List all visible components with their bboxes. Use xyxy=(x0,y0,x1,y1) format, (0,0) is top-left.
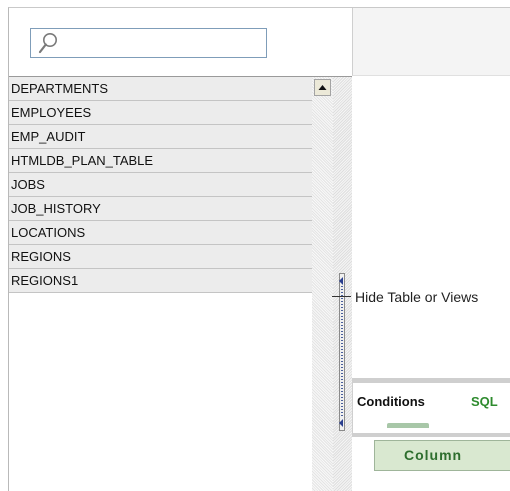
callout-hide-table-or-views: Hide Table or Views xyxy=(355,289,479,305)
search-box[interactable] xyxy=(30,28,267,58)
scroll-up-button[interactable] xyxy=(314,79,331,96)
vertical-scrollbar[interactable] xyxy=(312,77,333,491)
search-icon xyxy=(38,33,57,54)
tabs-bar: Conditions SQL xyxy=(352,378,510,437)
collapse-left-icon xyxy=(339,419,343,427)
callout-line xyxy=(332,296,351,297)
table-row[interactable]: LOCATIONS xyxy=(9,221,312,245)
table-row[interactable]: DEPARTMENTS xyxy=(9,77,312,101)
table-list-area: DEPARTMENTS EMPLOYEES EMP_AUDIT HTMLDB_P… xyxy=(9,76,352,491)
table-list: DEPARTMENTS EMPLOYEES EMP_AUDIT HTMLDB_P… xyxy=(9,77,312,491)
tab-conditions[interactable]: Conditions xyxy=(357,394,425,409)
tab-sql[interactable]: SQL xyxy=(471,394,498,409)
table-row[interactable]: HTMLDB_PLAN_TABLE xyxy=(9,149,312,173)
query-builder: DEPARTMENTS EMPLOYEES EMP_AUDIT HTMLDB_P… xyxy=(0,0,510,491)
table-row[interactable]: REGIONS xyxy=(9,245,312,269)
query-design-panel: Hide Table or Views Conditions SQL Colum… xyxy=(332,7,510,491)
table-row[interactable]: JOB_HISTORY xyxy=(9,197,312,221)
collapse-left-icon xyxy=(339,277,343,285)
active-tab-indicator xyxy=(387,423,429,428)
table-browser-panel: DEPARTMENTS EMPLOYEES EMP_AUDIT HTMLDB_P… xyxy=(8,7,353,491)
scroll-up-arrow-icon xyxy=(318,85,327,90)
design-header xyxy=(352,8,510,76)
search-area xyxy=(9,8,352,76)
search-input[interactable] xyxy=(61,33,265,55)
table-row[interactable]: EMP_AUDIT xyxy=(9,125,312,149)
table-row[interactable]: JOBS xyxy=(9,173,312,197)
table-row[interactable]: EMPLOYEES xyxy=(9,101,312,125)
grip-dots xyxy=(341,286,343,418)
table-row[interactable]: REGIONS1 xyxy=(9,269,312,293)
column-button[interactable]: Column xyxy=(374,440,510,471)
